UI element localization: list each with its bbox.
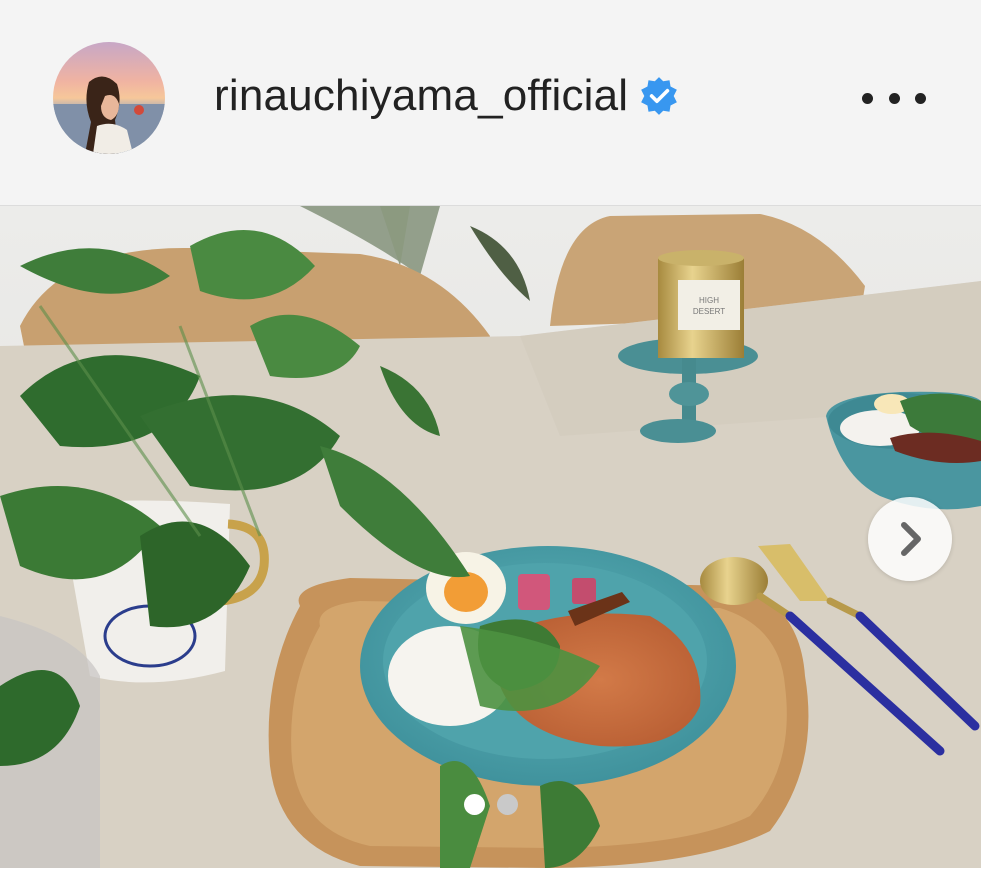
candle-label-high: HIGH xyxy=(699,296,719,305)
more-dot xyxy=(915,92,926,104)
more-dot xyxy=(862,92,873,104)
carousel-indicator xyxy=(464,794,518,815)
post-header: rinauchiyama_official xyxy=(0,0,981,206)
chevron-right-icon xyxy=(901,522,921,556)
username[interactable]: rinauchiyama_official xyxy=(214,71,628,121)
candle-label-desert: DESERT xyxy=(693,307,725,316)
carousel-next-button[interactable] xyxy=(868,497,952,581)
carousel-dot-active xyxy=(464,794,485,815)
post-footer-strip xyxy=(0,868,981,895)
username-row: rinauchiyama_official xyxy=(214,66,680,126)
post-photo[interactable]: HIGH DESERT xyxy=(0,206,981,868)
avatar[interactable] xyxy=(53,42,165,154)
carousel-dot xyxy=(497,794,518,815)
more-dot xyxy=(888,92,900,104)
more-options-icon[interactable] xyxy=(862,78,926,118)
verified-badge-icon xyxy=(638,75,680,117)
